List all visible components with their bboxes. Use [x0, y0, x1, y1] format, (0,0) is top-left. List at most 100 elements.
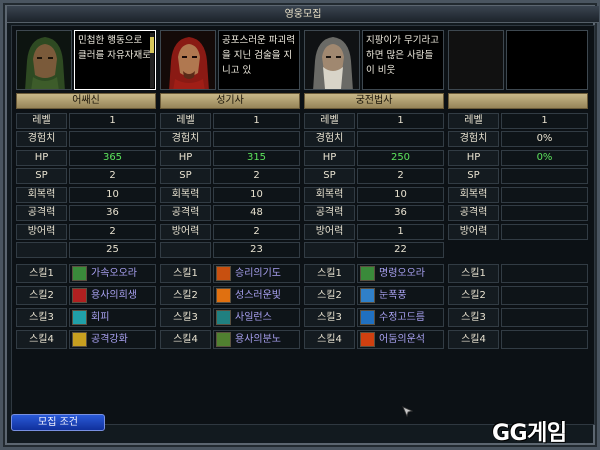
- stat-row-hp: HP 0%: [448, 150, 588, 166]
- stat-row-exp: 경험치: [160, 131, 300, 147]
- skill-row[interactable]: 스킬2: [448, 286, 588, 305]
- skill-row[interactable]: 스킬2 성스러운빛: [160, 286, 300, 305]
- stat-label: SP: [16, 168, 67, 184]
- blizzard-icon[interactable]: [360, 288, 375, 303]
- stat-row-exp: 경험치: [16, 131, 156, 147]
- stat-row-attack: 공격력 36: [16, 205, 156, 221]
- skill-label: 스킬1: [304, 264, 355, 283]
- wizard-class-name[interactable]: 궁전법사: [304, 93, 444, 109]
- skill-row[interactable]: 스킬4: [448, 330, 588, 349]
- skill-slot[interactable]: 회피: [69, 308, 156, 327]
- rage-icon[interactable]: [216, 332, 231, 347]
- empty-description[interactable]: [506, 30, 588, 90]
- aura-icon[interactable]: [72, 266, 87, 281]
- skill-label: 스킬4: [304, 330, 355, 349]
- skill-name: 눈폭풍: [379, 290, 407, 301]
- skill-slot[interactable]: [501, 286, 588, 305]
- stat-label: 방어력: [16, 224, 67, 240]
- paladin-description[interactable]: 공포스러운 파괴력을 지닌 검술을 지니고 있: [218, 30, 300, 90]
- sacrifice-icon[interactable]: [72, 288, 87, 303]
- skill-row[interactable]: 스킬1 명령오오라: [304, 264, 444, 283]
- stat-row-defense: 방어력 2: [16, 224, 156, 240]
- meteor-icon[interactable]: [360, 332, 375, 347]
- stat-label: 공격력: [304, 205, 355, 221]
- command-aura-icon[interactable]: [360, 266, 375, 281]
- skill-row[interactable]: 스킬3 회피: [16, 308, 156, 327]
- stat-value: 2: [69, 168, 156, 184]
- skill-label: 스킬3: [448, 308, 499, 327]
- evade-icon[interactable]: [72, 310, 87, 325]
- mouse-cursor-icon: [402, 406, 414, 418]
- skill-slot[interactable]: 사일런스: [213, 308, 300, 327]
- skill-row[interactable]: 스킬4 공격강화: [16, 330, 156, 349]
- skill-row[interactable]: 스킬3: [448, 308, 588, 327]
- stat-label: HP: [448, 150, 499, 166]
- skill-slot[interactable]: 용사의분노: [213, 330, 300, 349]
- stat-row-sp: SP 2: [160, 168, 300, 184]
- stat-label: 경험치: [448, 131, 499, 147]
- skill-label: 스킬1: [448, 264, 499, 283]
- scrollbar-thumb[interactable]: [150, 37, 154, 53]
- stat-row-defense: 방어력: [448, 224, 588, 240]
- skill-row[interactable]: 스킬2 용사의희생: [16, 286, 156, 305]
- stat-label: 공격력: [448, 205, 499, 221]
- skill-slot[interactable]: [501, 264, 588, 283]
- skill-slot[interactable]: 가속오오라: [69, 264, 156, 283]
- stat-value: 22: [357, 242, 444, 258]
- skill-slot[interactable]: 눈폭풍: [357, 286, 444, 305]
- skill-row[interactable]: 스킬1: [448, 264, 588, 283]
- assassin-portrait[interactable]: [16, 30, 72, 90]
- holy-light-icon[interactable]: [216, 288, 231, 303]
- description-scrollbar[interactable]: [150, 33, 154, 88]
- skill-slot[interactable]: 어둠의운석: [357, 330, 444, 349]
- paladin-class-name[interactable]: 성기사: [160, 93, 300, 109]
- stat-value: [213, 131, 300, 147]
- skill-row[interactable]: 스킬3 수정고드름: [304, 308, 444, 327]
- wizard-description-text: 지팡이가 무기라고 하면 많은 사람들이 비웃: [366, 35, 439, 76]
- skill-label: 스킬2: [16, 286, 67, 305]
- wizard-description[interactable]: 지팡이가 무기라고 하면 많은 사람들이 비웃: [362, 30, 444, 90]
- wizard-portrait[interactable]: [304, 30, 360, 90]
- skill-slot[interactable]: 용사의희생: [69, 286, 156, 305]
- skill-row[interactable]: 스킬2 눈폭풍: [304, 286, 444, 305]
- stat-label: 레벨: [304, 113, 355, 129]
- stat-label: 경험치: [160, 131, 211, 147]
- recruit-condition-button[interactable]: 모집 조건: [11, 414, 105, 431]
- skill-row[interactable]: 스킬4 어둠의운석: [304, 330, 444, 349]
- assassin-description[interactable]: 민첩한 행동으로 클러를 자유자재로: [74, 30, 156, 90]
- stat-value: 1: [213, 113, 300, 129]
- hero-grid: 민첩한 행동으로 클러를 자유자재로 어쌔신 레벨 1 경험치 HP 365 S…: [11, 25, 595, 425]
- stat-value: 10: [69, 187, 156, 203]
- skill-slot[interactable]: 명령오오라: [357, 264, 444, 283]
- skill-name: 가속오오라: [91, 268, 137, 279]
- skill-name: 승리의기도: [235, 268, 281, 279]
- skill-slot[interactable]: 승리의기도: [213, 264, 300, 283]
- icicle-icon[interactable]: [360, 310, 375, 325]
- attack-boost-icon[interactable]: [72, 332, 87, 347]
- stat-value: [501, 168, 588, 184]
- stat-value: [501, 187, 588, 203]
- silence-icon[interactable]: [216, 310, 231, 325]
- skill-row[interactable]: 스킬4 용사의분노: [160, 330, 300, 349]
- empty-portrait[interactable]: [448, 30, 504, 90]
- skill-slot[interactable]: [501, 308, 588, 327]
- skill-slot[interactable]: 공격강화: [69, 330, 156, 349]
- skill-row[interactable]: 스킬3 사일런스: [160, 308, 300, 327]
- skill-slot[interactable]: 수정고드름: [357, 308, 444, 327]
- skill-row[interactable]: 스킬1 승리의기도: [160, 264, 300, 283]
- stat-row-attack: 공격력 48: [160, 205, 300, 221]
- recruit-window: 영웅모집 민첩한 행동으로 클러를 자유자재로 어쌔신 레벨 1 경험치 HP …: [0, 0, 600, 450]
- paladin-portrait[interactable]: [160, 30, 216, 90]
- stat-value: 48: [213, 205, 300, 221]
- skill-name: 공격강화: [91, 334, 128, 345]
- skill-row[interactable]: 스킬1 가속오오라: [16, 264, 156, 283]
- stat-label: [304, 242, 355, 258]
- empty-class-name[interactable]: [448, 93, 588, 109]
- stat-label: SP: [448, 168, 499, 184]
- skill-slot[interactable]: 성스러운빛: [213, 286, 300, 305]
- prayer-icon[interactable]: [216, 266, 231, 281]
- assassin-class-name[interactable]: 어쌔신: [16, 93, 156, 109]
- stat-label: HP: [16, 150, 67, 166]
- skill-slot[interactable]: [501, 330, 588, 349]
- stat-row-recovery: 회복력 10: [16, 187, 156, 203]
